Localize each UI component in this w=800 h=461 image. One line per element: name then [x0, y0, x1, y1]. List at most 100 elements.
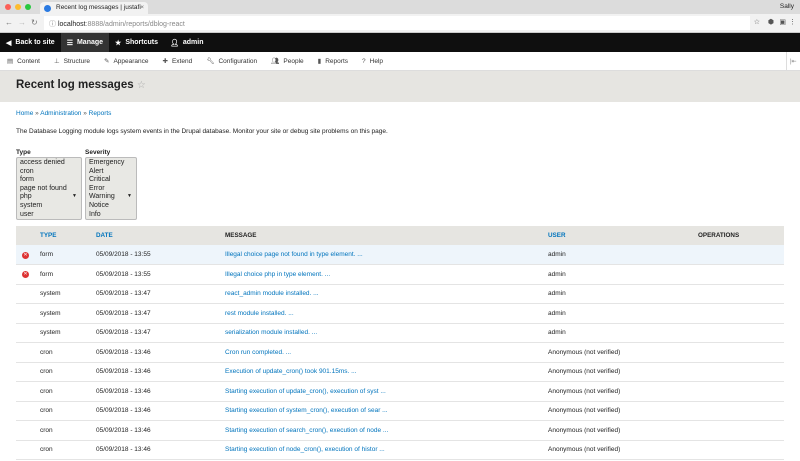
bookmark-star-icon[interactable]: ☆ — [754, 18, 760, 26]
message-link[interactable]: Illegal choice php in type element. ... — [225, 271, 330, 278]
user-cell: admin — [548, 323, 698, 343]
table-row: system 05/09/2018 - 13:47 rest module in… — [16, 303, 784, 324]
person-icon: 👤︎ — [169, 39, 179, 47]
table-row: cron 05/09/2018 - 13:46 Cron run complet… — [16, 342, 784, 363]
maximize-window-button[interactable] — [25, 4, 31, 10]
close-tab-icon[interactable]: × — [140, 4, 144, 11]
message-cell: Starting execution of update_cron(), exe… — [225, 381, 548, 402]
menu-item-structure[interactable]: ⊥ Structure — [47, 57, 97, 66]
message-link[interactable]: Starting execution of system_cron(), exe… — [225, 407, 388, 414]
breadcrumb-reports[interactable]: Reports — [89, 110, 112, 117]
select-option[interactable]: php — [20, 193, 78, 202]
select-option[interactable]: form — [20, 176, 78, 185]
back-icon[interactable]: ← — [5, 18, 13, 27]
message-link[interactable]: Starting execution of search_cron(), exe… — [225, 427, 388, 434]
select-option[interactable]: Notice — [89, 202, 133, 211]
select-option[interactable]: cron — [20, 168, 78, 177]
operations-cell — [698, 362, 784, 382]
manage-button[interactable]: ☰ Manage — [60, 33, 110, 52]
breadcrumb: Home » Administration » Reports — [16, 110, 112, 117]
back-circle-icon: ◀ — [6, 39, 12, 47]
severity-cell — [16, 284, 40, 304]
type-cell: cron — [40, 362, 96, 382]
type-cell: cron — [40, 420, 96, 441]
severity-cell: ✕ — [16, 264, 40, 285]
url-input[interactable]: ⓘ localhost:8888/admin/reports/dblog-rea… — [44, 16, 750, 30]
operations-cell — [698, 303, 784, 324]
severity-cell — [16, 323, 40, 343]
select-option[interactable]: Emergency — [89, 159, 133, 168]
back-to-site-button[interactable]: ◀ Back to site — [0, 33, 61, 52]
menu-item-reports[interactable]: ▮ Reports — [311, 57, 355, 66]
date-cell: 05/09/2018 - 13:46 — [96, 401, 225, 421]
user-button[interactable]: 👤︎ admin — [164, 33, 210, 52]
date-column-header[interactable]: DATE — [96, 226, 225, 245]
select-option[interactable]: Critical — [89, 176, 133, 185]
select-option[interactable]: access denied — [20, 159, 78, 168]
message-link[interactable]: Cron run completed. ... — [225, 349, 291, 356]
date-cell: 05/09/2018 - 13:46 — [96, 381, 225, 402]
shortcuts-button[interactable]: ★ Shortcuts — [109, 33, 164, 52]
message-link[interactable]: rest module installed. ... — [225, 310, 294, 317]
shortcut-star-icon[interactable]: ☆ — [137, 80, 146, 91]
breadcrumb-administration[interactable]: Administration — [40, 110, 81, 117]
date-cell: 05/09/2018 - 13:47 — [96, 323, 225, 343]
operations-cell — [698, 264, 784, 285]
message-link[interactable]: Starting execution of node_cron(), execu… — [225, 446, 385, 453]
select-option[interactable]: page not found — [20, 185, 78, 194]
severity-cell — [16, 440, 40, 460]
severity-select[interactable]: ▼ Emergency Alert Critical Error Warning Notic… — [85, 157, 137, 220]
message-cell: serialization module installed. ... — [225, 323, 548, 343]
menu-item-extend[interactable]: ✚ Extend — [156, 57, 200, 66]
breadcrumb-home[interactable]: Home — [16, 110, 33, 117]
type-cell: system — [40, 303, 96, 324]
menu-item-content[interactable]: ▤ Content — [0, 57, 47, 66]
user-cell: Anonymous (not verified) — [548, 401, 698, 421]
user-cell: Anonymous (not verified) — [548, 362, 698, 382]
date-cell: 05/09/2018 - 13:55 — [96, 245, 225, 265]
minimize-window-button[interactable] — [15, 4, 21, 10]
message-link[interactable]: Execution of update_cron() took 901.15ms… — [225, 368, 357, 375]
collapse-menu-icon[interactable]: |⇤ — [786, 52, 800, 71]
menu-item-help[interactable]: ? Help — [355, 58, 390, 65]
severity-cell — [16, 362, 40, 382]
puzzle-icon: ✚ — [162, 58, 168, 65]
profile-name[interactable]: Sally — [780, 3, 794, 10]
message-link[interactable]: react_admin module installed. ... — [225, 290, 319, 297]
date-cell: 05/09/2018 - 13:47 — [96, 303, 225, 324]
error-icon: ✕ — [22, 271, 29, 279]
user-column-header[interactable]: USER — [548, 226, 698, 245]
type-cell: system — [40, 323, 96, 343]
menu-item-people[interactable]: 👥︎ People — [264, 57, 311, 66]
menu-item-appearance[interactable]: ✎ Appearance — [97, 57, 156, 66]
browser-tab-bar: Recent log messages | justafi × Sally — [0, 0, 800, 14]
reload-icon[interactable]: ↻ — [31, 18, 38, 27]
browser-menu-icon[interactable]: ⋮ — [789, 18, 796, 26]
table-row: system 05/09/2018 - 13:47 serialization … — [16, 323, 784, 343]
user-cell: Anonymous (not verified) — [548, 342, 698, 363]
table-row: ✕ form 05/09/2018 - 13:55 Illegal choice… — [16, 264, 784, 285]
message-link[interactable]: serialization module installed. ... — [225, 329, 317, 336]
message-link[interactable]: Starting execution of update_cron(), exe… — [225, 388, 386, 395]
select-option[interactable]: Info — [89, 211, 133, 220]
type-column-header[interactable]: TYPE — [40, 226, 96, 245]
forward-icon[interactable]: → — [18, 18, 26, 27]
message-link[interactable]: Illegal choice page not found in type el… — [225, 251, 363, 258]
select-option[interactable]: system — [20, 202, 78, 211]
extension-icon[interactable]: ▣ — [779, 18, 786, 26]
select-option[interactable]: Alert — [89, 168, 133, 177]
user-cell: Anonymous (not verified) — [548, 381, 698, 402]
message-cell: Starting execution of search_cron(), exe… — [225, 420, 548, 441]
admin-menu: ▤ Content ⊥ Structure ✎ Appearance ✚ Extend … — [0, 52, 800, 71]
severity-cell — [16, 303, 40, 324]
select-option[interactable]: user — [20, 211, 78, 220]
extension-icon[interactable]: ⬢ — [768, 18, 774, 26]
brush-icon: ✎ — [103, 58, 110, 65]
menu-item-configuration[interactable]: 🔧︎ Configuration — [199, 57, 264, 66]
close-window-button[interactable] — [5, 4, 11, 10]
hierarchy-icon: ⊥ — [53, 58, 60, 65]
star-icon: ★ — [115, 39, 122, 47]
type-select[interactable]: ▼ access denied cron form page not found php s… — [16, 157, 82, 220]
dropdown-arrow-icon: ▼ — [127, 193, 132, 199]
browser-tab[interactable]: Recent log messages | justafi × — [40, 2, 148, 14]
